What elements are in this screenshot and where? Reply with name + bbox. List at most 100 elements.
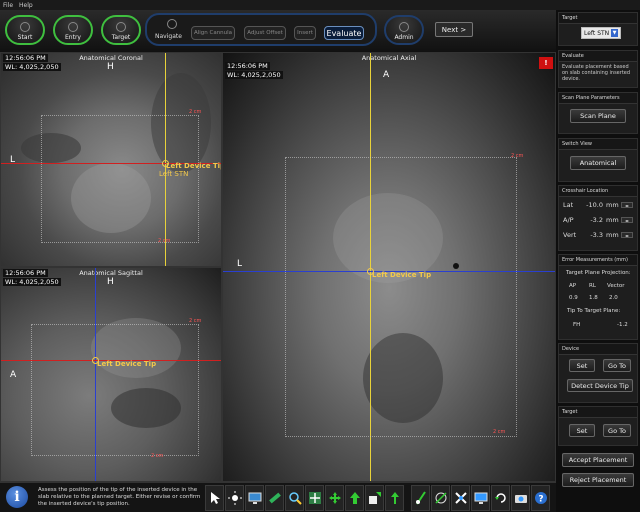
scan-plane-button[interactable]: Scan Plane — [570, 109, 626, 123]
axial-viewport[interactable]: Anatomical Axial 12:56:06 PM WL: 4,025,2… — [222, 52, 556, 482]
stepper-icon[interactable]: ◂▸ — [621, 202, 633, 208]
error-section-title: Error Measurements (mm) — [559, 255, 637, 266]
admin-label: Admin — [394, 34, 414, 41]
target-tool[interactable] — [431, 485, 450, 511]
coronal-tip-label: Left Device Tip — [166, 162, 222, 170]
layout-tool[interactable] — [365, 485, 384, 511]
crosshair-lat-unit: mm — [606, 201, 619, 209]
axial-window-level: WL: 4,025,2,050 — [225, 71, 283, 79]
reset-tool[interactable] — [385, 485, 404, 511]
target-set-button[interactable]: Set — [569, 424, 595, 437]
anatomical-view-button[interactable]: Anatomical — [570, 156, 626, 170]
fh-label: FH — [573, 322, 581, 328]
axial-scale-label-bottom: 2 cm — [493, 429, 506, 435]
adjust-offset-button[interactable]: Adjust Offset — [244, 26, 286, 40]
sagittal-window-level: WL: 4,025,2,050 — [3, 278, 61, 286]
navigate-step-icon — [167, 19, 177, 29]
coronal-time: 12:56:06 PM — [3, 54, 48, 62]
target-goto-button[interactable]: Go To — [603, 424, 631, 437]
menu-file[interactable]: File — [3, 2, 13, 9]
detect-device-tip-button[interactable]: Detect Device Tip — [567, 379, 633, 392]
reject-placement-button[interactable]: Reject Placement — [562, 473, 634, 487]
crosshair-ap-value[interactable]: -3.2 — [583, 216, 603, 224]
evaluate-button[interactable]: Evaluate — [324, 26, 364, 40]
error-val-vector: 2.0 — [609, 295, 618, 301]
admin-button[interactable]: Admin — [384, 15, 424, 45]
crosshair-vert-unit: mm — [606, 231, 619, 239]
move-up-tool[interactable] — [345, 485, 364, 511]
entry-label: Entry — [65, 34, 81, 41]
fit-tool[interactable] — [305, 485, 324, 511]
error-col-ap: AP — [569, 283, 577, 289]
target-set-section: Target Set Go To — [558, 406, 638, 446]
navigate-label[interactable]: Navigate — [155, 33, 182, 40]
arrow-up-icon — [349, 492, 360, 504]
menu-bar: File Help — [0, 0, 640, 10]
chevron-down-icon: ▼ — [611, 29, 618, 37]
crosshair-section: Crosshair Location Lat -10.0 mm ◂▸ A/P -… — [558, 185, 638, 251]
next-button[interactable]: Next > — [435, 22, 473, 37]
tool-palette: ? — [205, 485, 550, 511]
target-section-title: Target — [559, 13, 637, 24]
crosshair-tool[interactable] — [451, 485, 470, 511]
stepper-icon[interactable]: ◂▸ — [621, 217, 633, 223]
start-button[interactable]: Start — [5, 15, 45, 45]
workflow-toolbar: Start Entry Target Navigate Align Cannul… — [0, 10, 556, 52]
undo-tool[interactable] — [491, 485, 510, 511]
sagittal-orient-top: H — [107, 277, 114, 287]
pointer-tool[interactable] — [205, 485, 224, 511]
accept-placement-button[interactable]: Accept Placement — [562, 453, 634, 467]
error-projection-label: Target Plane Projection: — [566, 270, 631, 276]
target-marker-icon — [434, 492, 447, 504]
coronal-scale-box — [41, 115, 199, 243]
axial-time: 12:56:06 PM — [225, 62, 270, 70]
monitor-tool[interactable] — [245, 485, 264, 511]
help-tool[interactable]: ? — [531, 485, 550, 511]
crosshair-row-ap: A/P -3.2 mm ◂▸ — [563, 216, 633, 224]
help-icon: ? — [534, 492, 547, 505]
axial-scale-box — [285, 157, 517, 437]
ruler-tool[interactable] — [265, 485, 284, 511]
zoom-tool[interactable] — [285, 485, 304, 511]
device-set-button[interactable]: Set — [569, 359, 595, 372]
axial-alert-icon[interactable]: ! — [539, 57, 553, 69]
target-button[interactable]: Target — [101, 15, 141, 45]
target-select-value: Left STN — [584, 29, 610, 37]
snapshot-tool[interactable] — [511, 485, 530, 511]
device-goto-button[interactable]: Go To — [603, 359, 631, 372]
coronal-viewport[interactable]: Anatomical Coronal 12:56:06 PM WL: 4,025… — [0, 52, 222, 267]
stepper-icon[interactable]: ◂▸ — [621, 232, 633, 238]
menu-help[interactable]: Help — [19, 2, 33, 9]
entry-step-icon — [68, 22, 78, 32]
insert-button[interactable]: Insert — [294, 26, 316, 40]
coronal-scale-label-bottom: 2 cm — [158, 238, 171, 244]
trajectory-tool[interactable] — [411, 485, 430, 511]
crosshair-lat-value[interactable]: -10.0 — [583, 201, 603, 209]
coronal-orient-top: H — [107, 62, 114, 72]
camera-icon — [514, 495, 527, 503]
crosshair-row-lat: Lat -10.0 mm ◂▸ — [563, 201, 633, 209]
pan-icon — [328, 492, 341, 504]
switch-view-section: Switch View Anatomical — [558, 138, 638, 182]
error-val-rl: 1.8 — [589, 295, 598, 301]
axial-orient-left: L — [237, 259, 243, 269]
align-cannula-button[interactable]: Align Cannula — [191, 26, 235, 40]
reset-arrow-icon — [390, 492, 399, 504]
display-tool[interactable] — [471, 485, 490, 511]
pan-tool[interactable] — [325, 485, 344, 511]
target-select[interactable]: Left STN ▼ — [581, 27, 621, 39]
axial-tip-label: Left Device Tip — [372, 271, 432, 279]
navigate-group: Navigate Align Cannula Adjust Offset Ins… — [145, 13, 377, 46]
sagittal-scale-box — [31, 324, 199, 456]
device-section: Device Set Go To Detect Device Tip — [558, 343, 638, 403]
device-section-title: Device — [559, 344, 637, 355]
layout-icon — [368, 492, 381, 504]
crosshair-ap-label: A/P — [563, 216, 574, 224]
brightness-tool[interactable] — [225, 485, 244, 511]
target-section: Target Left STN ▼ — [558, 12, 638, 46]
crosshair-vert-value[interactable]: -3.3 — [583, 231, 603, 239]
sagittal-viewport[interactable]: Anatomical Sagittal 12:56:06 PM WL: 4,02… — [0, 267, 222, 482]
axial-title: Anatomical Axial — [361, 54, 417, 62]
brightness-icon — [227, 491, 242, 505]
entry-button[interactable]: Entry — [53, 15, 93, 45]
